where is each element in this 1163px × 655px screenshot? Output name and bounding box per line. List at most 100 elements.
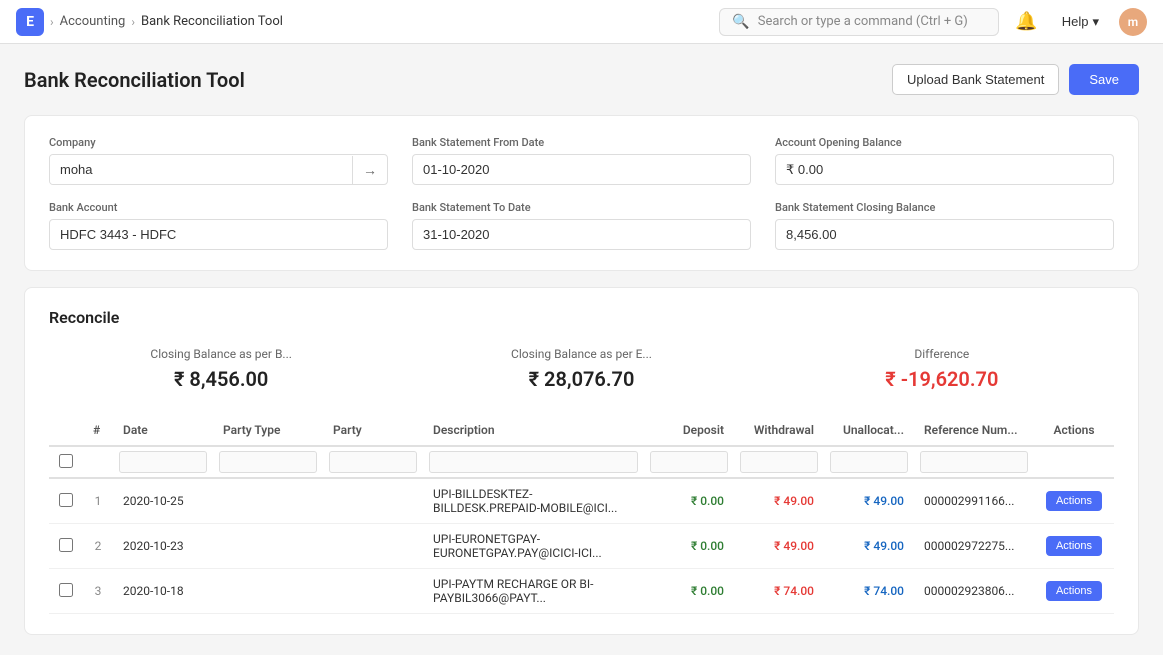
help-label: Help xyxy=(1062,14,1089,29)
bank-statement-from-label: Bank Statement From Date xyxy=(412,136,751,149)
difference-label: Difference xyxy=(770,347,1114,361)
filter-party-type[interactable] xyxy=(219,451,317,473)
row-withdrawal: ₹ 49.00 xyxy=(734,478,824,524)
row-actions-button[interactable]: Actions xyxy=(1046,536,1102,556)
balance-grid: Closing Balance as per B... ₹ 8,456.00 C… xyxy=(49,347,1114,391)
closing-balance-erp-value: ₹ 28,076.70 xyxy=(409,367,753,391)
notifications-button[interactable]: 🔔 xyxy=(1011,7,1041,36)
row-checkbox-cell xyxy=(49,524,83,569)
form-card: Company → Bank Statement From Date Accou… xyxy=(24,115,1139,271)
row-checkbox-cell xyxy=(49,478,83,524)
app-icon[interactable]: E xyxy=(16,8,44,36)
difference: Difference ₹ -19,620.70 xyxy=(770,347,1114,391)
closing-balance-erp-label: Closing Balance as per E... xyxy=(409,347,753,361)
bank-statement-from-input[interactable] xyxy=(412,154,751,185)
row-deposit: ₹ 0.00 xyxy=(644,524,734,569)
chevron-down-icon: ▾ xyxy=(1092,14,1099,30)
search-placeholder: Search or type a command (Ctrl + G) xyxy=(758,14,968,29)
reconcile-title: Reconcile xyxy=(49,308,1114,327)
row-checkbox-cell xyxy=(49,569,83,614)
topnav: E › Accounting › Bank Reconciliation Too… xyxy=(0,0,1163,44)
breadcrumb-current: Bank Reconciliation Tool xyxy=(141,14,283,29)
row-unallocated: ₹ 49.00 xyxy=(824,524,914,569)
row-unallocated: ₹ 74.00 xyxy=(824,569,914,614)
bank-statement-to-label: Bank Statement To Date xyxy=(412,201,751,214)
company-input[interactable] xyxy=(50,155,352,184)
bank-statement-from-group: Bank Statement From Date xyxy=(412,136,751,185)
avatar[interactable]: m xyxy=(1119,8,1147,36)
reconcile-card: Reconcile Closing Balance as per B... ₹ … xyxy=(24,287,1139,635)
company-input-wrapper[interactable]: → xyxy=(49,154,388,185)
row-checkbox-1[interactable] xyxy=(59,538,73,552)
row-actions-cell: Actions xyxy=(1034,478,1114,524)
company-label: Company xyxy=(49,136,388,149)
filter-date[interactable] xyxy=(119,451,207,473)
table-row: 1 2020-10-25 UPI-BILLDESKTEZ-BILLDESK.PR… xyxy=(49,478,1114,524)
difference-value: ₹ -19,620.70 xyxy=(770,367,1114,391)
bank-account-label: Bank Account xyxy=(49,201,388,214)
bank-statement-closing-input[interactable] xyxy=(775,219,1114,250)
row-description: UPI-EURONETGPAY-EURONETGPAY.PAY@ICICI-IC… xyxy=(423,524,644,569)
table-header-row: # Date Party Type Party Description Depo… xyxy=(49,415,1114,446)
row-party-type xyxy=(213,478,323,524)
breadcrumb-sep-2: › xyxy=(131,15,135,29)
row-deposit: ₹ 0.00 xyxy=(644,478,734,524)
row-actions-button[interactable]: Actions xyxy=(1046,491,1102,511)
closing-balance-erp: Closing Balance as per E... ₹ 28,076.70 xyxy=(409,347,753,391)
header-actions: Upload Bank Statement Save xyxy=(892,64,1139,95)
row-num: 3 xyxy=(83,569,113,614)
row-actions-cell: Actions xyxy=(1034,524,1114,569)
row-party xyxy=(323,569,423,614)
save-button[interactable]: Save xyxy=(1069,64,1139,95)
row-deposit: ₹ 0.00 xyxy=(644,569,734,614)
bank-account-input[interactable] xyxy=(49,219,388,250)
help-button[interactable]: Help ▾ xyxy=(1054,10,1107,34)
filter-deposit[interactable] xyxy=(650,451,728,473)
filter-ref-num[interactable] xyxy=(920,451,1028,473)
nav-right: 🔍 Search or type a command (Ctrl + G) 🔔 … xyxy=(719,7,1147,36)
th-party-type: Party Type xyxy=(213,415,323,446)
row-checkbox-2[interactable] xyxy=(59,583,73,597)
reconcile-table-wrap: # Date Party Type Party Description Depo… xyxy=(49,415,1114,614)
closing-balance-bank-value: ₹ 8,456.00 xyxy=(49,367,393,391)
filter-unallocated[interactable] xyxy=(830,451,908,473)
row-party-type xyxy=(213,569,323,614)
row-party xyxy=(323,524,423,569)
breadcrumb-sep-1: › xyxy=(50,15,54,29)
row-description: UPI-PAYTM RECHARGE OR BI-PAYBIL3066@PAYT… xyxy=(423,569,644,614)
reconcile-table: # Date Party Type Party Description Depo… xyxy=(49,415,1114,614)
closing-balance-bank-label: Closing Balance as per B... xyxy=(49,347,393,361)
account-opening-balance-input[interactable] xyxy=(775,154,1114,185)
row-actions-cell: Actions xyxy=(1034,569,1114,614)
closing-balance-bank: Closing Balance as per B... ₹ 8,456.00 xyxy=(49,347,393,391)
th-check xyxy=(49,415,83,446)
row-unallocated: ₹ 49.00 xyxy=(824,478,914,524)
breadcrumb-accounting[interactable]: Accounting xyxy=(60,14,126,29)
row-date: 2020-10-25 xyxy=(113,478,213,524)
upload-bank-statement-button[interactable]: Upload Bank Statement xyxy=(892,64,1059,95)
filter-description[interactable] xyxy=(429,451,638,473)
row-checkbox-0[interactable] xyxy=(59,493,73,507)
bank-statement-closing-label: Bank Statement Closing Balance xyxy=(775,201,1114,214)
table-body: 1 2020-10-25 UPI-BILLDESKTEZ-BILLDESK.PR… xyxy=(49,478,1114,614)
bank-statement-to-input[interactable] xyxy=(412,219,751,250)
search-bar[interactable]: 🔍 Search or type a command (Ctrl + G) xyxy=(719,8,999,36)
row-withdrawal: ₹ 74.00 xyxy=(734,569,824,614)
row-actions-button[interactable]: Actions xyxy=(1046,581,1102,601)
filter-checkbox[interactable] xyxy=(59,454,73,468)
th-withdrawal: Withdrawal xyxy=(734,415,824,446)
page-title: Bank Reconciliation Tool xyxy=(24,68,245,92)
row-date: 2020-10-18 xyxy=(113,569,213,614)
page: Bank Reconciliation Tool Upload Bank Sta… xyxy=(0,44,1163,655)
filter-party[interactable] xyxy=(329,451,417,473)
th-actions: Actions xyxy=(1034,415,1114,446)
company-arrow-button[interactable]: → xyxy=(352,156,387,184)
th-unallocated: Unallocat... xyxy=(824,415,914,446)
th-party: Party xyxy=(323,415,423,446)
page-header: Bank Reconciliation Tool Upload Bank Sta… xyxy=(24,64,1139,95)
filter-withdrawal[interactable] xyxy=(740,451,818,473)
table-row: 2 2020-10-23 UPI-EURONETGPAY-EURONETGPAY… xyxy=(49,524,1114,569)
table-row: 3 2020-10-18 UPI-PAYTM RECHARGE OR BI-PA… xyxy=(49,569,1114,614)
form-grid: Company → Bank Statement From Date Accou… xyxy=(49,136,1114,250)
row-date: 2020-10-23 xyxy=(113,524,213,569)
